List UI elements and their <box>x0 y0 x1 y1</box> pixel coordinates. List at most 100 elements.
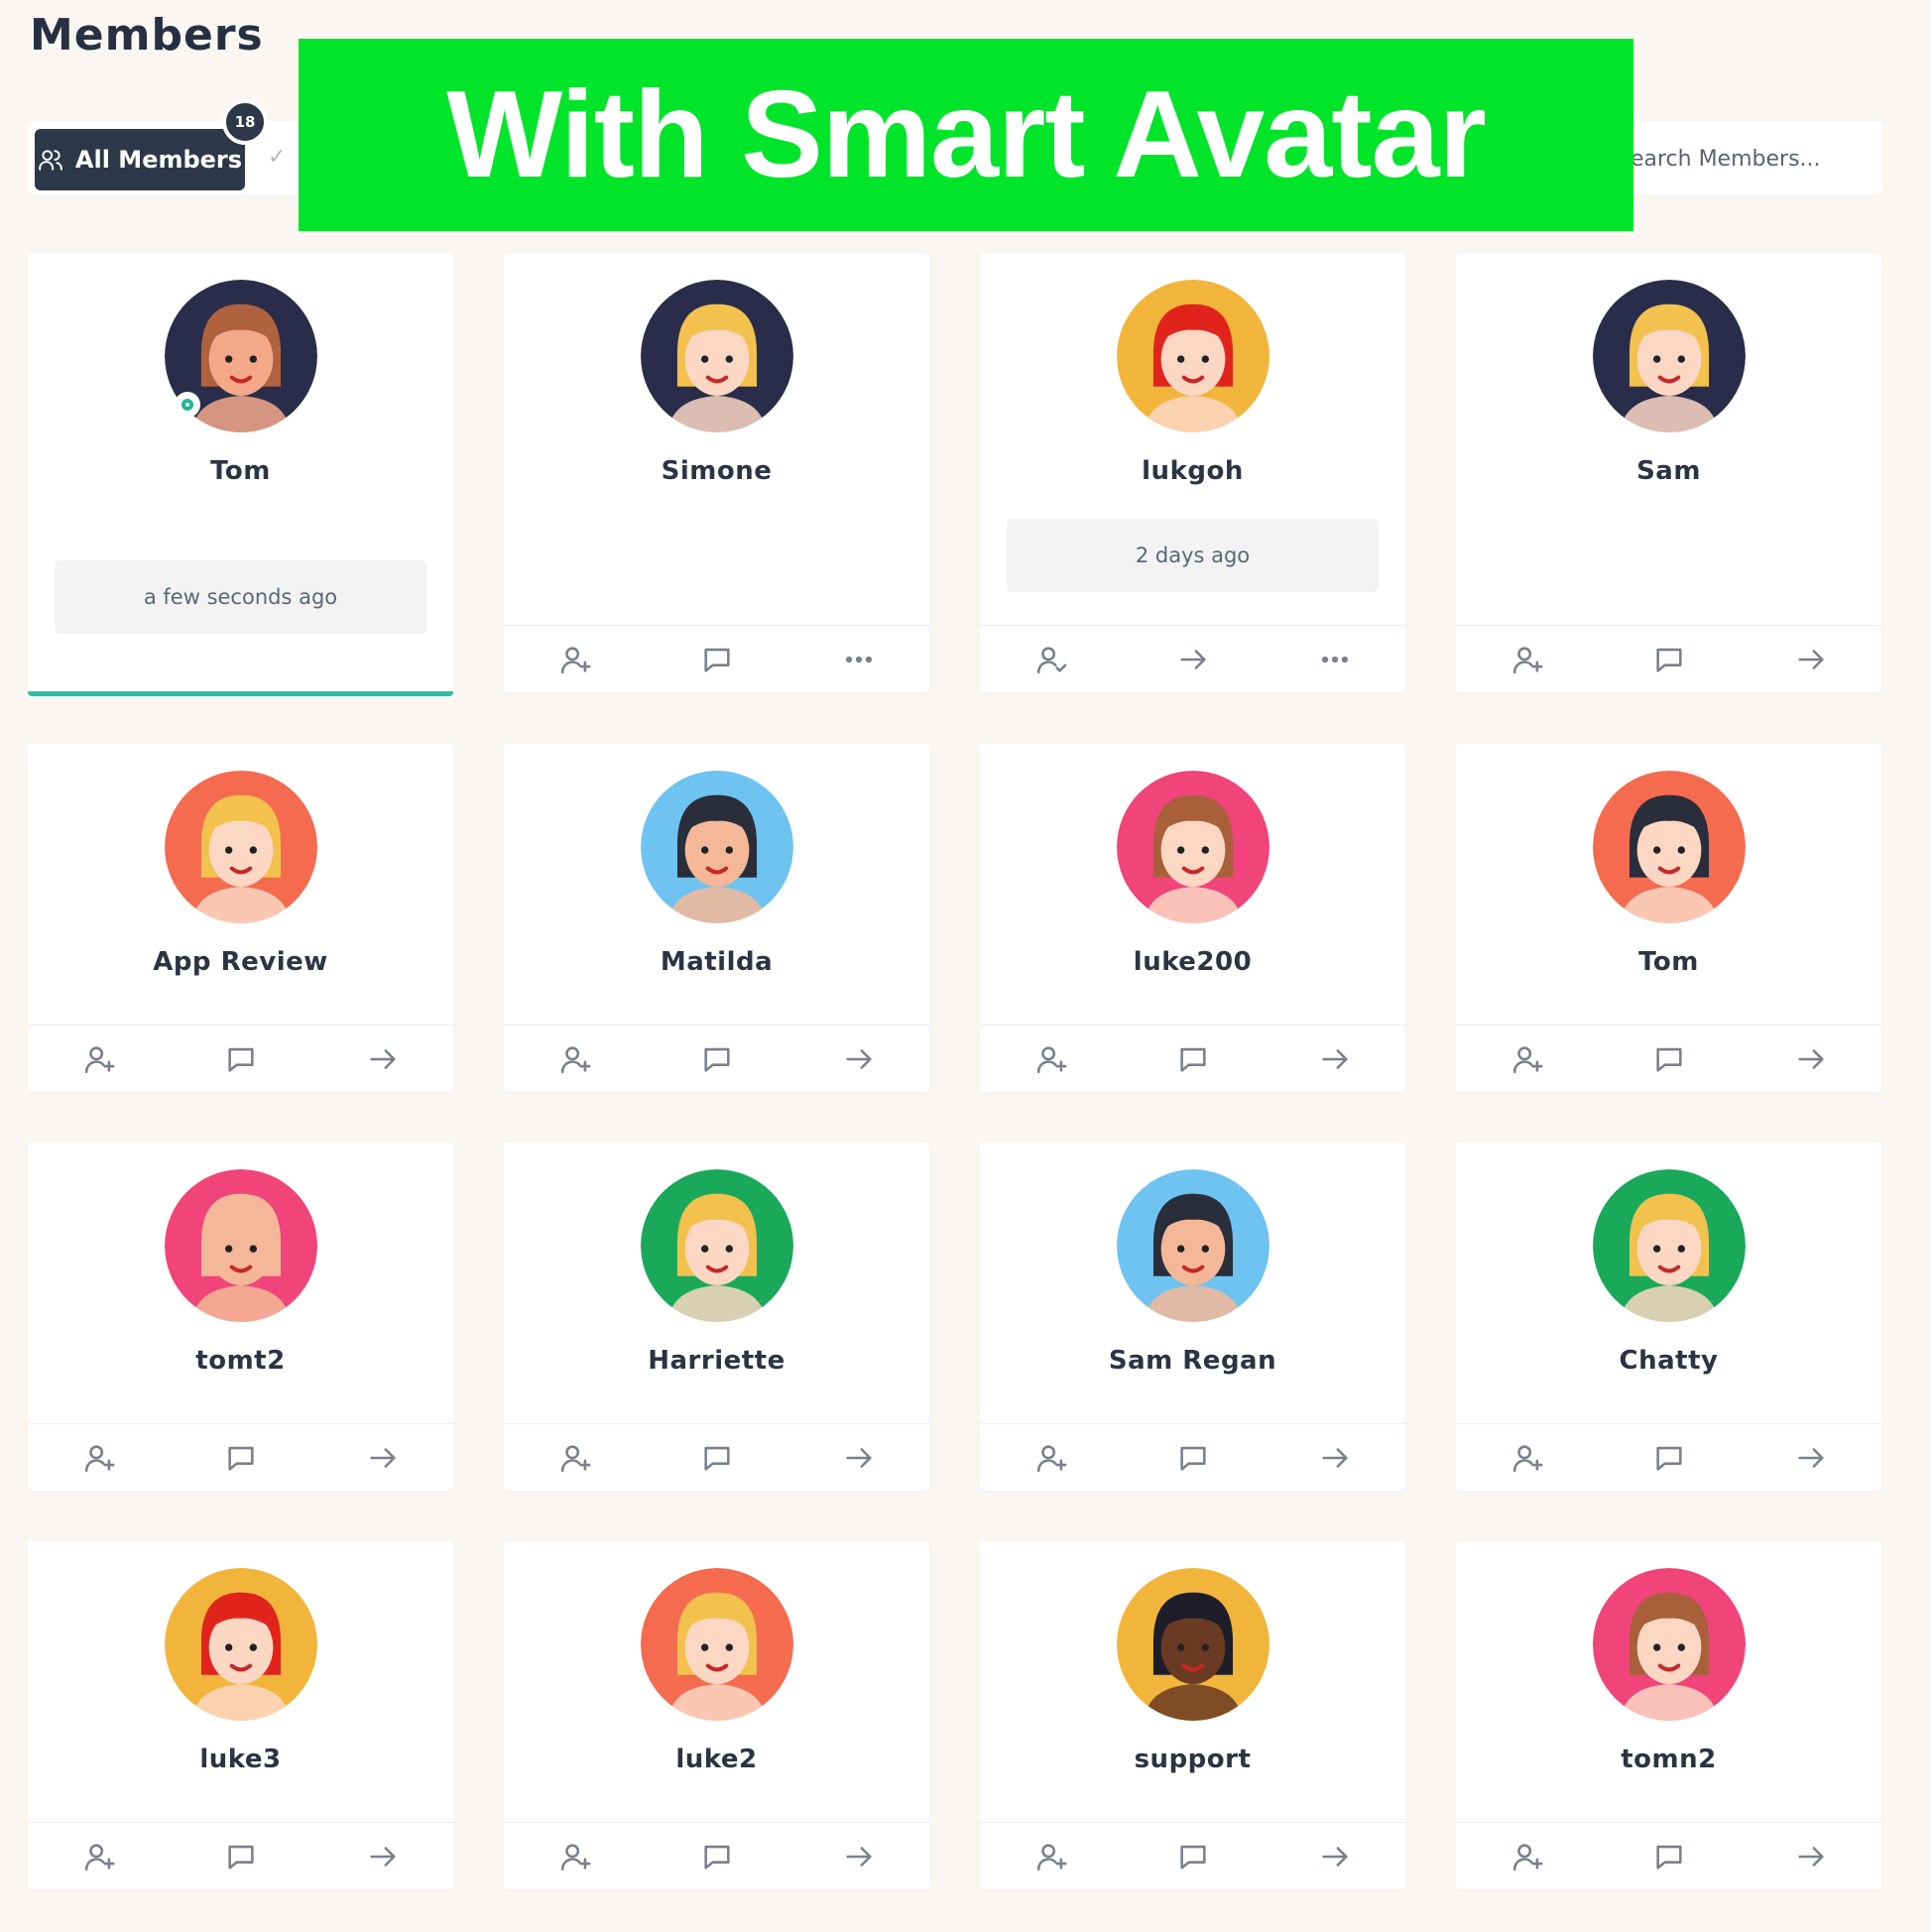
add-friend-button[interactable] <box>28 1424 170 1491</box>
add-friend-icon <box>1036 1843 1066 1871</box>
avatar[interactable] <box>1592 1169 1746 1322</box>
avatar[interactable] <box>1116 1169 1269 1322</box>
avatar[interactable] <box>1592 771 1746 923</box>
avatar[interactable] <box>640 1169 793 1322</box>
member-card[interactable]: Tom <box>1456 744 1881 1092</box>
message-button[interactable] <box>1598 1424 1740 1491</box>
arrow-right-button[interactable] <box>1122 626 1264 692</box>
member-name[interactable]: Harriette <box>504 1346 929 1376</box>
arrow-right-button[interactable] <box>1740 626 1881 692</box>
add-friend-button[interactable] <box>28 1823 170 1889</box>
add-friend-button[interactable] <box>504 1823 646 1889</box>
tab-all-members[interactable]: All Members <box>35 129 245 190</box>
add-friend-button[interactable] <box>1456 1823 1598 1889</box>
message-button[interactable] <box>170 1424 311 1491</box>
member-card[interactable]: Matilda <box>504 744 929 1092</box>
member-card[interactable]: Chatty <box>1456 1143 1881 1491</box>
member-name[interactable]: tomn2 <box>1456 1745 1881 1774</box>
member-card[interactable]: Sam <box>1456 253 1881 692</box>
message-button[interactable] <box>1122 1026 1264 1092</box>
add-friend-button[interactable] <box>1456 1026 1598 1092</box>
member-name[interactable]: Tom <box>1456 947 1881 977</box>
add-friend-button[interactable] <box>504 1026 646 1092</box>
arrow-right-button[interactable] <box>1264 1424 1405 1491</box>
avatar[interactable] <box>1592 280 1746 432</box>
add-friend-button[interactable] <box>504 626 646 692</box>
avatar[interactable] <box>1592 1568 1746 1721</box>
message-button[interactable] <box>646 626 787 692</box>
member-card[interactable]: luke2 <box>504 1541 929 1889</box>
message-button[interactable] <box>1598 626 1740 692</box>
banner-text: With Smart Avatar <box>446 66 1487 203</box>
more-button[interactable] <box>787 626 929 692</box>
add-friend-button[interactable] <box>28 1026 170 1092</box>
add-friend-icon <box>560 1444 590 1472</box>
member-name[interactable]: lukgoh <box>980 456 1405 486</box>
avatar[interactable] <box>164 1169 317 1322</box>
avatar[interactable] <box>164 771 317 923</box>
member-name[interactable]: Tom <box>28 456 453 486</box>
member-name[interactable]: Sam <box>1456 456 1881 486</box>
check-icon[interactable]: ✓ <box>268 145 286 170</box>
member-card[interactable]: tomt2 <box>28 1143 453 1491</box>
arrow-right-button[interactable] <box>787 1424 929 1491</box>
avatar[interactable] <box>640 771 793 923</box>
member-name[interactable]: App Review <box>28 947 453 977</box>
avatar[interactable] <box>164 1568 317 1721</box>
avatar[interactable] <box>640 1568 793 1721</box>
arrow-right-button[interactable] <box>787 1026 929 1092</box>
member-name[interactable]: Simone <box>504 456 929 486</box>
arrow-right-button[interactable] <box>1264 1823 1405 1889</box>
avatar[interactable] <box>1116 280 1269 432</box>
message-button[interactable] <box>646 1026 787 1092</box>
member-card[interactable]: Tom a few seconds ago <box>28 253 453 696</box>
arrow-right-button[interactable] <box>311 1823 453 1889</box>
arrow-right-button[interactable] <box>1264 1026 1405 1092</box>
member-name[interactable]: luke200 <box>980 947 1405 977</box>
member-card[interactable]: luke200 <box>980 744 1405 1092</box>
member-name[interactable]: luke2 <box>504 1745 929 1774</box>
arrow-right-button[interactable] <box>787 1823 929 1889</box>
message-button[interactable] <box>646 1823 787 1889</box>
add-friend-button[interactable] <box>980 1823 1122 1889</box>
add-friend-button[interactable] <box>1456 626 1598 692</box>
friend-check-button[interactable] <box>980 626 1122 692</box>
arrow-right-button[interactable] <box>311 1026 453 1092</box>
add-friend-button[interactable] <box>1456 1424 1598 1491</box>
avatar[interactable] <box>1116 771 1269 923</box>
member-name[interactable]: luke3 <box>28 1745 453 1774</box>
message-button[interactable] <box>170 1823 311 1889</box>
member-name[interactable]: Chatty <box>1456 1346 1881 1376</box>
member-name[interactable]: tomt2 <box>28 1346 453 1376</box>
member-name[interactable]: Sam Regan <box>980 1346 1405 1376</box>
member-card[interactable]: Simone <box>504 253 929 692</box>
message-button[interactable] <box>1122 1823 1264 1889</box>
arrow-right-button[interactable] <box>1740 1424 1881 1491</box>
arrow-right-button[interactable] <box>311 1424 453 1491</box>
message-button[interactable] <box>170 1026 311 1092</box>
member-name[interactable]: Matilda <box>504 947 929 977</box>
member-card[interactable]: lukgoh 2 days ago <box>980 253 1405 692</box>
member-card[interactable]: luke3 <box>28 1541 453 1889</box>
add-friend-button[interactable] <box>980 1026 1122 1092</box>
add-friend-button[interactable] <box>504 1424 646 1491</box>
message-button[interactable] <box>1598 1823 1740 1889</box>
member-card[interactable]: Sam Regan <box>980 1143 1405 1491</box>
message-icon <box>703 1845 730 1870</box>
member-card[interactable]: Harriette <box>504 1143 929 1491</box>
add-friend-icon <box>84 1843 114 1871</box>
message-button[interactable] <box>1598 1026 1740 1092</box>
arrow-right-icon <box>369 1048 396 1069</box>
more-button[interactable] <box>1264 626 1405 692</box>
avatar[interactable] <box>640 280 793 432</box>
avatar[interactable] <box>1116 1568 1269 1721</box>
arrow-right-button[interactable] <box>1740 1026 1881 1092</box>
message-button[interactable] <box>1122 1424 1264 1491</box>
member-name[interactable]: support <box>980 1745 1405 1774</box>
message-button[interactable] <box>646 1424 787 1491</box>
add-friend-button[interactable] <box>980 1424 1122 1491</box>
arrow-right-button[interactable] <box>1740 1823 1881 1889</box>
member-card[interactable]: tomn2 <box>1456 1541 1881 1889</box>
member-card[interactable]: support <box>980 1541 1405 1889</box>
member-card[interactable]: App Review <box>28 744 453 1092</box>
